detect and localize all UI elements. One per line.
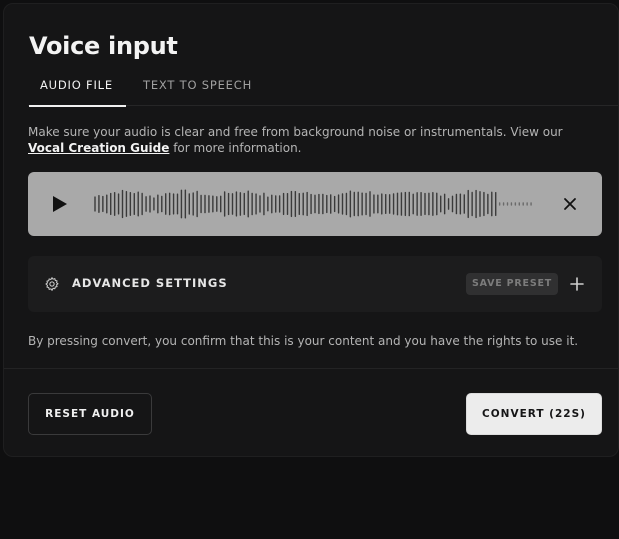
advanced-settings-label: ADVANCED SETTINGS [72, 276, 228, 290]
convert-button[interactable]: CONVERT (22S) [466, 393, 602, 435]
tab-audio-file[interactable]: AUDIO FILE [29, 78, 126, 107]
gear-icon [45, 277, 59, 291]
plus-icon[interactable] [570, 277, 584, 291]
reset-audio-button[interactable]: RESET AUDIO [28, 393, 152, 435]
waveform[interactable] [94, 186, 534, 222]
divider [4, 368, 618, 369]
voice-input-panel: Voice input AUDIO FILE TEXT TO SPEECH Ma… [3, 3, 619, 457]
tab-text-to-speech[interactable]: TEXT TO SPEECH [143, 78, 252, 106]
vocal-creation-guide-link[interactable]: Vocal Creation Guide [28, 141, 169, 155]
page-title: Voice input [29, 32, 178, 60]
close-icon[interactable] [562, 196, 578, 212]
advanced-settings[interactable]: ADVANCED SETTINGS SAVE PRESET [28, 256, 602, 312]
play-icon[interactable] [52, 195, 68, 213]
audio-player [28, 172, 602, 236]
info-text-after: for more information. [169, 141, 302, 155]
save-preset-button[interactable]: SAVE PRESET [466, 273, 558, 295]
info-text-before: Make sure your audio is clear and free f… [28, 125, 563, 139]
consent-text: By pressing convert, you confirm that th… [28, 334, 579, 348]
info-text: Make sure your audio is clear and free f… [28, 124, 600, 156]
tab-bar: AUDIO FILE TEXT TO SPEECH [28, 76, 618, 107]
